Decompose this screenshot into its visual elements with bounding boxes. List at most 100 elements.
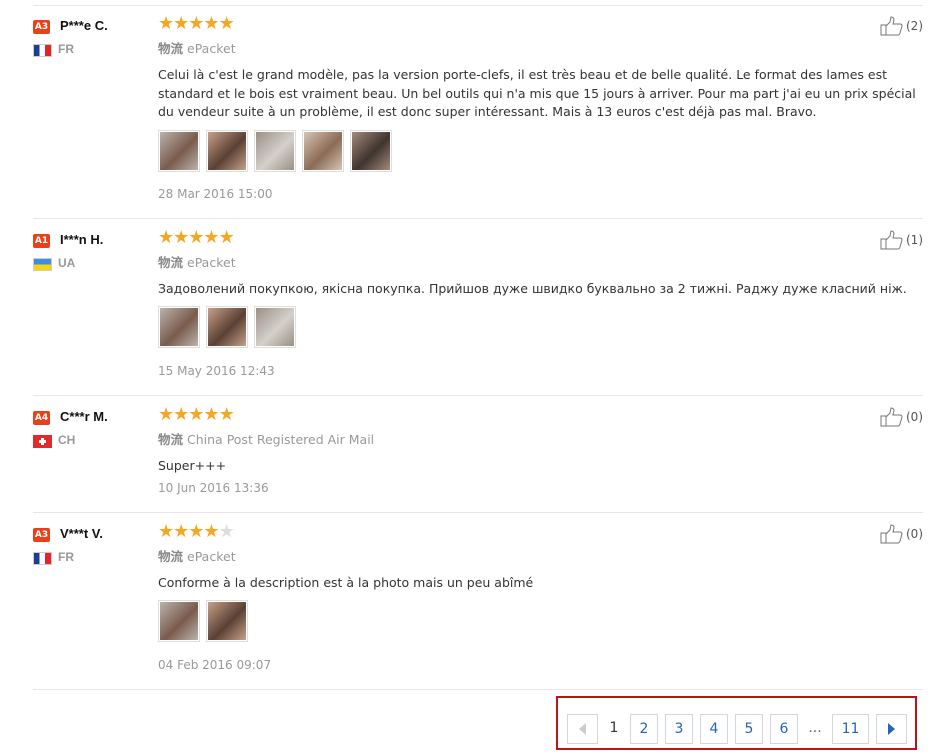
country-code: FR <box>58 550 74 564</box>
reviewer-name: C***r M. <box>60 409 108 424</box>
flag-ua-icon <box>33 258 52 271</box>
page-link[interactable]: 4 <box>700 714 728 744</box>
flag-fr-icon <box>33 44 52 57</box>
photo-image <box>208 132 246 170</box>
country-code: FR <box>58 42 74 56</box>
review-photos <box>158 130 392 172</box>
review-text: Conforme à la description est à la photo… <box>158 575 534 590</box>
prev-page-button[interactable] <box>567 714 598 744</box>
chevron-left-icon <box>578 723 586 735</box>
helpful-count: (0) <box>906 410 923 424</box>
photo-image <box>208 602 246 640</box>
photo-image <box>160 132 198 170</box>
helpful-button[interactable]: (0) <box>880 524 923 544</box>
thumbs-up-icon <box>880 16 903 36</box>
photo-image <box>160 308 198 346</box>
star-filled-icon: ★ <box>158 13 174 34</box>
star-filled-icon: ★ <box>218 404 235 425</box>
review-photo-thumbnail[interactable] <box>254 130 296 172</box>
thumbs-up-icon <box>880 524 903 544</box>
shipping-info: 物流 ePacket <box>158 41 236 56</box>
photo-image <box>256 132 294 170</box>
review-photo-thumbnail[interactable] <box>158 600 200 642</box>
pagination-ellipsis: ... <box>805 714 825 744</box>
current-page: 1 <box>605 714 623 744</box>
review-photo-thumbnail[interactable] <box>206 600 248 642</box>
review-text: Celui là c'est le grand modèle, pas la v… <box>158 67 916 119</box>
photo-image <box>256 308 294 346</box>
photo-image <box>160 602 198 640</box>
star-filled-icon: ★ <box>173 404 189 425</box>
star-filled-icon: ★ <box>203 404 219 425</box>
review-photos <box>158 600 248 642</box>
star-filled-icon: ★ <box>173 227 189 248</box>
star-empty-icon: ★ <box>218 521 235 542</box>
buyer-level-badge: A1 <box>33 234 50 248</box>
review-item: A1 I***n H. UA ★★★★★ 物流 ePacket Задоволен… <box>33 228 923 396</box>
page-link[interactable]: 2 <box>630 714 658 744</box>
next-page-button[interactable] <box>876 714 907 744</box>
reviewer-name: V***t V. <box>60 526 103 541</box>
star-filled-icon: ★ <box>203 521 219 542</box>
chevron-right-icon <box>887 723 895 735</box>
star-filled-icon: ★ <box>188 227 204 248</box>
star-filled-icon: ★ <box>158 404 174 425</box>
photo-image <box>352 132 390 170</box>
photo-image <box>304 132 342 170</box>
star-filled-icon: ★ <box>218 227 235 248</box>
helpful-button[interactable]: (0) <box>880 407 923 427</box>
helpful-count: (2) <box>906 19 923 33</box>
star-filled-icon: ★ <box>188 521 204 542</box>
helpful-button[interactable]: (1) <box>880 230 923 250</box>
star-rating: ★★★★★ <box>158 13 235 34</box>
star-filled-icon: ★ <box>188 404 204 425</box>
flag-fr-icon <box>33 552 52 565</box>
review-photos <box>158 306 296 348</box>
star-rating: ★★★★★ <box>158 404 235 425</box>
helpful-button[interactable]: (2) <box>880 16 923 36</box>
review-date: 10 Jun 2016 13:36 <box>158 481 269 495</box>
shipping-info: 物流 China Post Registered Air Mail <box>158 432 375 447</box>
review-photo-thumbnail[interactable] <box>158 130 200 172</box>
review-photo-thumbnail[interactable] <box>302 130 344 172</box>
buyer-level-badge: A3 <box>33 528 50 542</box>
thumbs-up-icon <box>880 407 903 427</box>
star-filled-icon: ★ <box>203 227 219 248</box>
pagination: 1 2 3 4 5 6 ... 11 <box>567 714 907 744</box>
review-photo-thumbnail[interactable] <box>206 130 248 172</box>
thumbs-up-icon <box>880 230 903 250</box>
reviewer-name: P***e C. <box>60 18 108 33</box>
reviewer-name: I***n H. <box>60 232 104 247</box>
flag-ch-icon <box>33 435 52 448</box>
star-filled-icon: ★ <box>218 13 235 34</box>
page-link[interactable]: 6 <box>770 714 798 744</box>
star-filled-icon: ★ <box>158 521 174 542</box>
star-filled-icon: ★ <box>158 227 174 248</box>
page-link[interactable]: 5 <box>735 714 763 744</box>
review-photo-thumbnail[interactable] <box>254 306 296 348</box>
country-code: CH <box>58 433 76 447</box>
review-item: A3 V***t V. FR ★★★★★ 物流 ePacket Conforme … <box>33 522 923 690</box>
star-filled-icon: ★ <box>203 13 219 34</box>
review-date: 28 Mar 2016 15:00 <box>158 187 273 201</box>
shipping-info: 物流 ePacket <box>158 255 236 270</box>
review-date: 15 May 2016 12:43 <box>158 364 275 378</box>
review-date: 04 Feb 2016 09:07 <box>158 658 272 672</box>
page-link[interactable]: 3 <box>665 714 693 744</box>
review-photo-thumbnail[interactable] <box>158 306 200 348</box>
helpful-count: (0) <box>906 527 923 541</box>
star-filled-icon: ★ <box>173 521 189 542</box>
star-rating: ★★★★★ <box>158 227 235 248</box>
last-page-link[interactable]: 11 <box>832 714 869 744</box>
photo-image <box>208 308 246 346</box>
review-item: A3 P***e C. FR ★★★★★ 物流 ePacket Celui là … <box>33 14 923 219</box>
review-photo-thumbnail[interactable] <box>206 306 248 348</box>
review-text: Задоволений покупкою, якісна покупка. Пр… <box>158 281 907 296</box>
helpful-count: (1) <box>906 233 923 247</box>
review-photo-thumbnail[interactable] <box>350 130 392 172</box>
country-code: UA <box>58 256 76 270</box>
review-item: A4 C***r M. CH ★★★★★ 物流 China Post Regist… <box>33 405 923 513</box>
top-divider <box>33 5 923 6</box>
review-text: Super+++ <box>158 458 227 473</box>
buyer-level-badge: A4 <box>33 411 50 425</box>
